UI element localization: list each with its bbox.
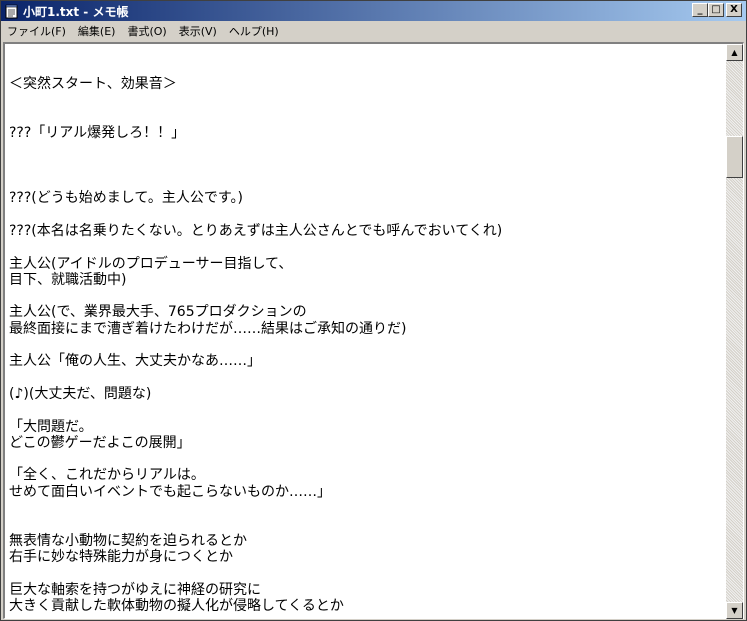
- minimize-button[interactable]: _: [692, 3, 708, 17]
- text-line[interactable]: [9, 370, 502, 386]
- text-line[interactable]: [9, 565, 502, 581]
- text-line[interactable]: 大きく貢献した軟体動物の擬人化が侵略してくるとか: [9, 598, 502, 614]
- text-line[interactable]: 主人公(アイドルのプロデューサー目指して、: [9, 256, 502, 272]
- maximize-button[interactable]: □: [708, 3, 724, 17]
- window-title: 小町1.txt - メモ帳: [23, 4, 129, 19]
- menu-edit[interactable]: 編集(E): [72, 23, 122, 39]
- text-line[interactable]: [9, 207, 502, 223]
- text-line[interactable]: [9, 141, 502, 157]
- text-line[interactable]: [9, 174, 502, 190]
- scrollbar-thumb[interactable]: [726, 136, 743, 178]
- text-content[interactable]: ＜突然スタート、効果音＞ ???「リアル爆発しろ！！」 ???(どうも始めまして。主…: [9, 60, 502, 614]
- text-line[interactable]: ???「リアル爆発しろ！！」: [9, 125, 502, 141]
- text-line[interactable]: [9, 500, 502, 516]
- text-line[interactable]: [9, 60, 502, 76]
- text-line[interactable]: [9, 402, 502, 418]
- title-bar[interactable]: 小町1.txt - メモ帳 _ □ X: [1, 1, 746, 21]
- text-editor[interactable]: ＜突然スタート、効果音＞ ???「リアル爆発しろ！！」 ???(どうも始めまして。主…: [5, 44, 723, 619]
- scroll-down-button[interactable]: ▼: [726, 602, 743, 619]
- text-line[interactable]: [9, 239, 502, 255]
- menu-file[interactable]: ファイル(F): [1, 23, 72, 39]
- menu-bar: ファイル(F) 編集(E) 書式(O) 表示(V) ヘルプ(H): [1, 21, 746, 41]
- scroll-down-arrow-icon: ▼: [731, 606, 738, 615]
- text-line[interactable]: 最終面接にまで漕ぎ着けたわけだが……結果はご承知の通りだ): [9, 321, 502, 337]
- text-line[interactable]: [9, 109, 502, 125]
- menu-view[interactable]: 表示(V): [173, 23, 223, 39]
- text-line[interactable]: 「全く、これだからリアルは。: [9, 467, 502, 483]
- text-line[interactable]: 巨大な軸索を持つがゆえに神経の研究に: [9, 582, 502, 598]
- close-button[interactable]: X: [726, 3, 742, 17]
- editor-frame: ＜突然スタート、効果音＞ ???「リアル爆発しろ！！」 ???(どうも始めまして。主…: [3, 42, 744, 619]
- text-line[interactable]: (♪)(大丈夫だ、問題な): [9, 386, 502, 402]
- text-line[interactable]: どこの鬱ゲーだよこの展開」: [9, 435, 502, 451]
- notepad-window: 小町1.txt - メモ帳 _ □ X ファイル(F) 編集(E) 書式(O) …: [0, 0, 747, 621]
- menu-format[interactable]: 書式(O): [121, 23, 172, 39]
- text-line[interactable]: 「大問題だ。: [9, 419, 502, 435]
- scroll-up-arrow-icon: ▲: [731, 48, 738, 57]
- text-line[interactable]: 主人公(で、業界最大手、765プロダクションの: [9, 304, 502, 320]
- vertical-scrollbar[interactable]: ▲ ▼: [726, 44, 743, 619]
- text-line[interactable]: 目下、就職活動中): [9, 272, 502, 288]
- text-line[interactable]: せめて面白いイベントでも起こらないものか……」: [9, 484, 502, 500]
- notepad-icon[interactable]: [5, 4, 19, 19]
- text-line[interactable]: 右手に妙な特殊能力が身につくとか: [9, 549, 502, 565]
- text-line[interactable]: [9, 337, 502, 353]
- text-line[interactable]: ???(どうも始めまして。主人公です。): [9, 190, 502, 206]
- text-line[interactable]: [9, 451, 502, 467]
- text-line[interactable]: [9, 516, 502, 532]
- scroll-up-button[interactable]: ▲: [726, 44, 743, 61]
- text-line[interactable]: 無表情な小動物に契約を迫られるとか: [9, 533, 502, 549]
- text-line[interactable]: 主人公「俺の人生、大丈夫かなあ……」: [9, 353, 502, 369]
- text-line[interactable]: ???(本名は名乗りたくない。とりあえずは主人公さんとでも呼んでおいてくれ): [9, 223, 502, 239]
- window-controls: _ □ X: [692, 3, 742, 17]
- text-line[interactable]: [9, 288, 502, 304]
- text-line[interactable]: [9, 158, 502, 174]
- text-line[interactable]: [9, 93, 502, 109]
- menu-help[interactable]: ヘルプ(H): [223, 23, 285, 39]
- text-line[interactable]: ＜突然スタート、効果音＞: [9, 76, 502, 92]
